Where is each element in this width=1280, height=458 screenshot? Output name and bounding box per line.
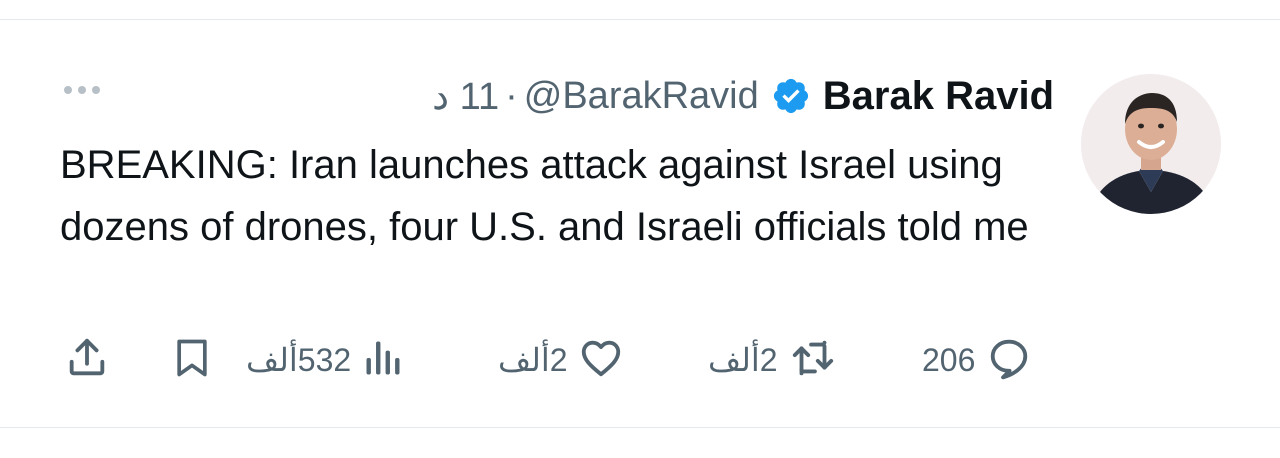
views-button[interactable]: 532ألف	[246, 330, 405, 390]
repost-icon	[788, 335, 838, 386]
tweet-header: 11 د · @BarakRavid Barak Ravid	[432, 68, 1054, 124]
avatar[interactable]	[1081, 74, 1221, 214]
replies-count: 206	[922, 341, 976, 378]
share-icon	[64, 335, 110, 386]
more-options-icon[interactable]	[64, 86, 100, 94]
reply-button[interactable]: 206	[922, 330, 1033, 390]
bottom-divider	[0, 427, 1280, 428]
top-divider	[0, 19, 1280, 20]
views-count: 532ألف	[246, 342, 352, 378]
like-button[interactable]: 2ألف	[498, 330, 624, 390]
tweet-actions: 532ألف 2ألف 2ألف 206	[0, 330, 1280, 390]
reposts-count: 2ألف	[708, 342, 778, 378]
views-icon	[361, 335, 405, 386]
share-button[interactable]	[64, 330, 110, 390]
likes-count: 2ألف	[498, 342, 568, 378]
tweet-text: BREAKING: Iran launches attack against I…	[60, 143, 1029, 249]
like-icon	[578, 335, 624, 386]
repost-button[interactable]: 2ألف	[708, 330, 838, 390]
verified-badge-icon	[771, 76, 811, 116]
author-handle[interactable]: @BarakRavid	[524, 75, 759, 118]
header-separator: ·	[505, 74, 518, 117]
author-name[interactable]: Barak Ravid	[823, 74, 1054, 119]
tweet-timestamp[interactable]: 11 د	[432, 74, 499, 119]
reply-icon	[985, 335, 1033, 386]
bookmark-icon	[170, 335, 214, 386]
bookmark-button[interactable]	[170, 330, 214, 390]
